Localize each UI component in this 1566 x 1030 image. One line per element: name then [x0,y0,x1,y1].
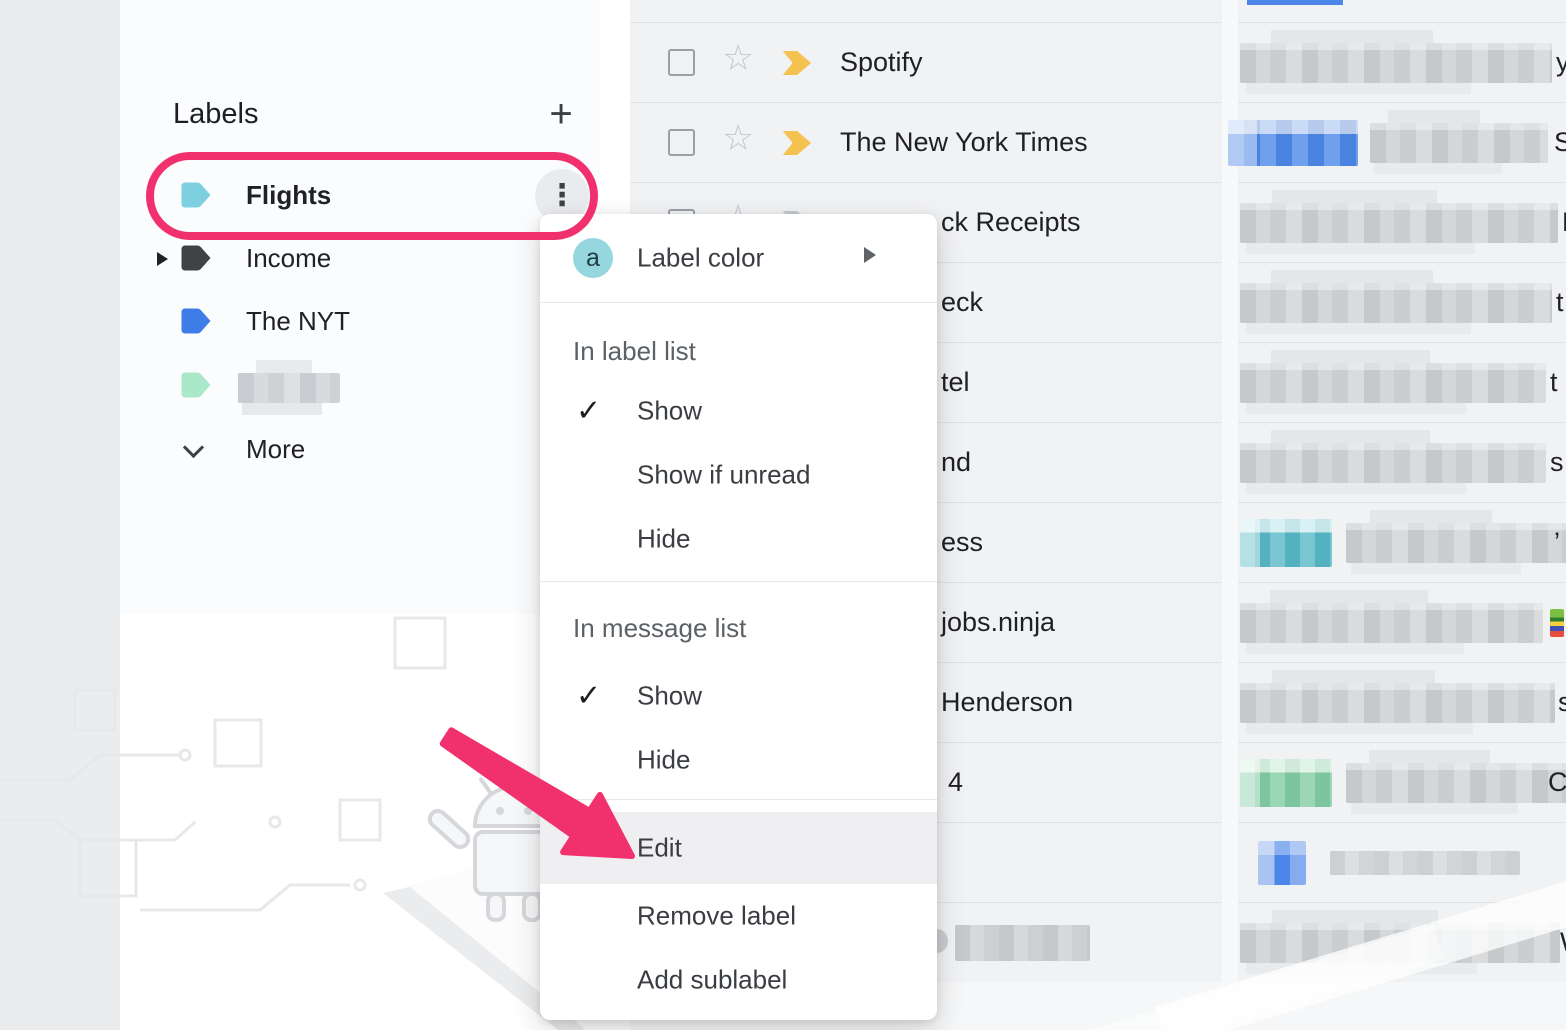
menu-item-label-color[interactable]: a Label color [540,214,937,302]
select-checkbox[interactable] [668,129,695,156]
redacted-subject [1240,683,1555,723]
redacted-sender [955,925,1090,961]
sender-name: nd [941,447,971,478]
plus-icon: + [549,92,572,136]
sender-name: tel [941,367,970,398]
redacted-blue-button-edge [1247,0,1343,5]
create-label-button[interactable]: + [535,88,587,140]
sidebar-more-label: More [246,434,305,465]
menu-divider [540,302,937,303]
sender-name: eck [941,287,983,318]
sender-name: ess [941,527,983,558]
subject-overflow-text: s [1558,687,1566,718]
subject-overflow-text: t [1556,287,1564,318]
star-icon[interactable]: ☆ [722,117,754,159]
menu-section-header: In label list [573,336,913,367]
annotation-oval-highlight [146,152,598,240]
label-name: Income [246,243,331,274]
redacted-subject [1240,363,1546,403]
sender-name: 4 [948,767,963,798]
menu-item-add-sublabel[interactable]: Add sublabel [540,948,937,1012]
importance-marker-icon [782,131,812,155]
menu-item-label: Show [637,681,702,712]
sender-name: The New York Times [840,127,1088,158]
sender-name: Henderson [941,687,1073,718]
subject-overflow-text: S [1554,127,1566,158]
sidebar-item-more-collapsed[interactable]: More [120,0,600,32]
sender-name: jobs.ninja [941,607,1055,638]
redacted-subject [1346,763,1566,803]
label-context-menu: a Label color In label list ✓ Show Show … [540,214,937,1020]
menu-item-label: Remove label [637,901,796,932]
label-tag-icon [180,307,214,335]
gmail-label-menu-screenshot: More Labels + Flights ⋮ Income [0,0,1566,1030]
label-name: The NYT [246,306,350,337]
gmail-sidebar: More Labels + Flights ⋮ Income [120,0,600,614]
subject-overflow-text: W [1560,927,1566,958]
menu-item-show-if-unread[interactable]: Show if unread [540,443,937,507]
subject-overflow-text: s [1550,447,1564,478]
menu-item-label: Add sublabel [637,965,787,996]
menu-item-show-message-list[interactable]: ✓ Show [540,664,937,728]
sidebar-item-more-labels[interactable]: More [120,418,600,482]
redacted-subject [1240,443,1546,483]
check-icon: ✓ [576,394,601,429]
email-row[interactable]: ☆ The New York Times S [630,102,1566,182]
menu-item-hide-label-list[interactable]: Hide [540,507,937,571]
tiny-emoji-icon [1550,609,1564,637]
redacted-blue-chip [1228,120,1358,166]
menu-item-label: Hide [637,524,690,555]
menu-item-label: Show if unread [637,460,810,491]
sidebar-label-the-nyt[interactable]: The NYT [120,290,600,354]
expand-triangle-icon[interactable] [157,252,168,266]
star-icon[interactable]: ☆ [722,37,754,79]
submenu-arrow-icon [864,247,876,263]
redacted-subject [1346,523,1566,563]
redacted-text-line [1330,851,1520,875]
redacted-subject [1240,603,1543,643]
menu-item-label: Label color [637,243,764,274]
redacted-subject [1240,283,1552,323]
subject-overflow-text: P [1562,207,1566,238]
select-checkbox[interactable] [668,49,695,76]
sender-name: ck Receipts [941,207,1081,238]
redacted-label-name [238,373,340,403]
redacted-teal-chip [1240,519,1332,567]
email-row[interactable]: ☆ Spotify y [630,22,1566,102]
subject-overflow-text: C [1548,767,1566,798]
menu-item-remove-label[interactable]: Remove label [540,884,937,948]
importance-marker-icon [782,51,812,75]
label-tag-icon [180,371,214,399]
redacted-subject [1240,203,1558,243]
label-color-swatch: a [573,238,613,278]
sidebar-label-redacted[interactable] [120,354,600,418]
menu-section-header: In message list [573,613,913,644]
subject-overflow-text: t [1550,367,1558,398]
chevron-down-icon [183,437,204,458]
labels-section-header: Labels [173,98,258,131]
check-icon: ✓ [576,679,601,714]
menu-item-label: Show [637,396,702,427]
label-tag-icon [180,244,214,272]
menu-divider [540,581,937,582]
menu-item-show-label-list[interactable]: ✓ Show [540,379,937,443]
redacted-subject [1370,123,1548,163]
redacted-green-chip [1240,759,1332,807]
annotation-arrow [430,720,650,870]
redacted-subject [1240,43,1552,83]
redacted-blue-thumbnail [1258,841,1306,885]
subject-overflow-text: y [1556,47,1566,78]
subject-overflow-text: ’ [1554,527,1560,558]
sender-name: Spotify [840,47,923,78]
